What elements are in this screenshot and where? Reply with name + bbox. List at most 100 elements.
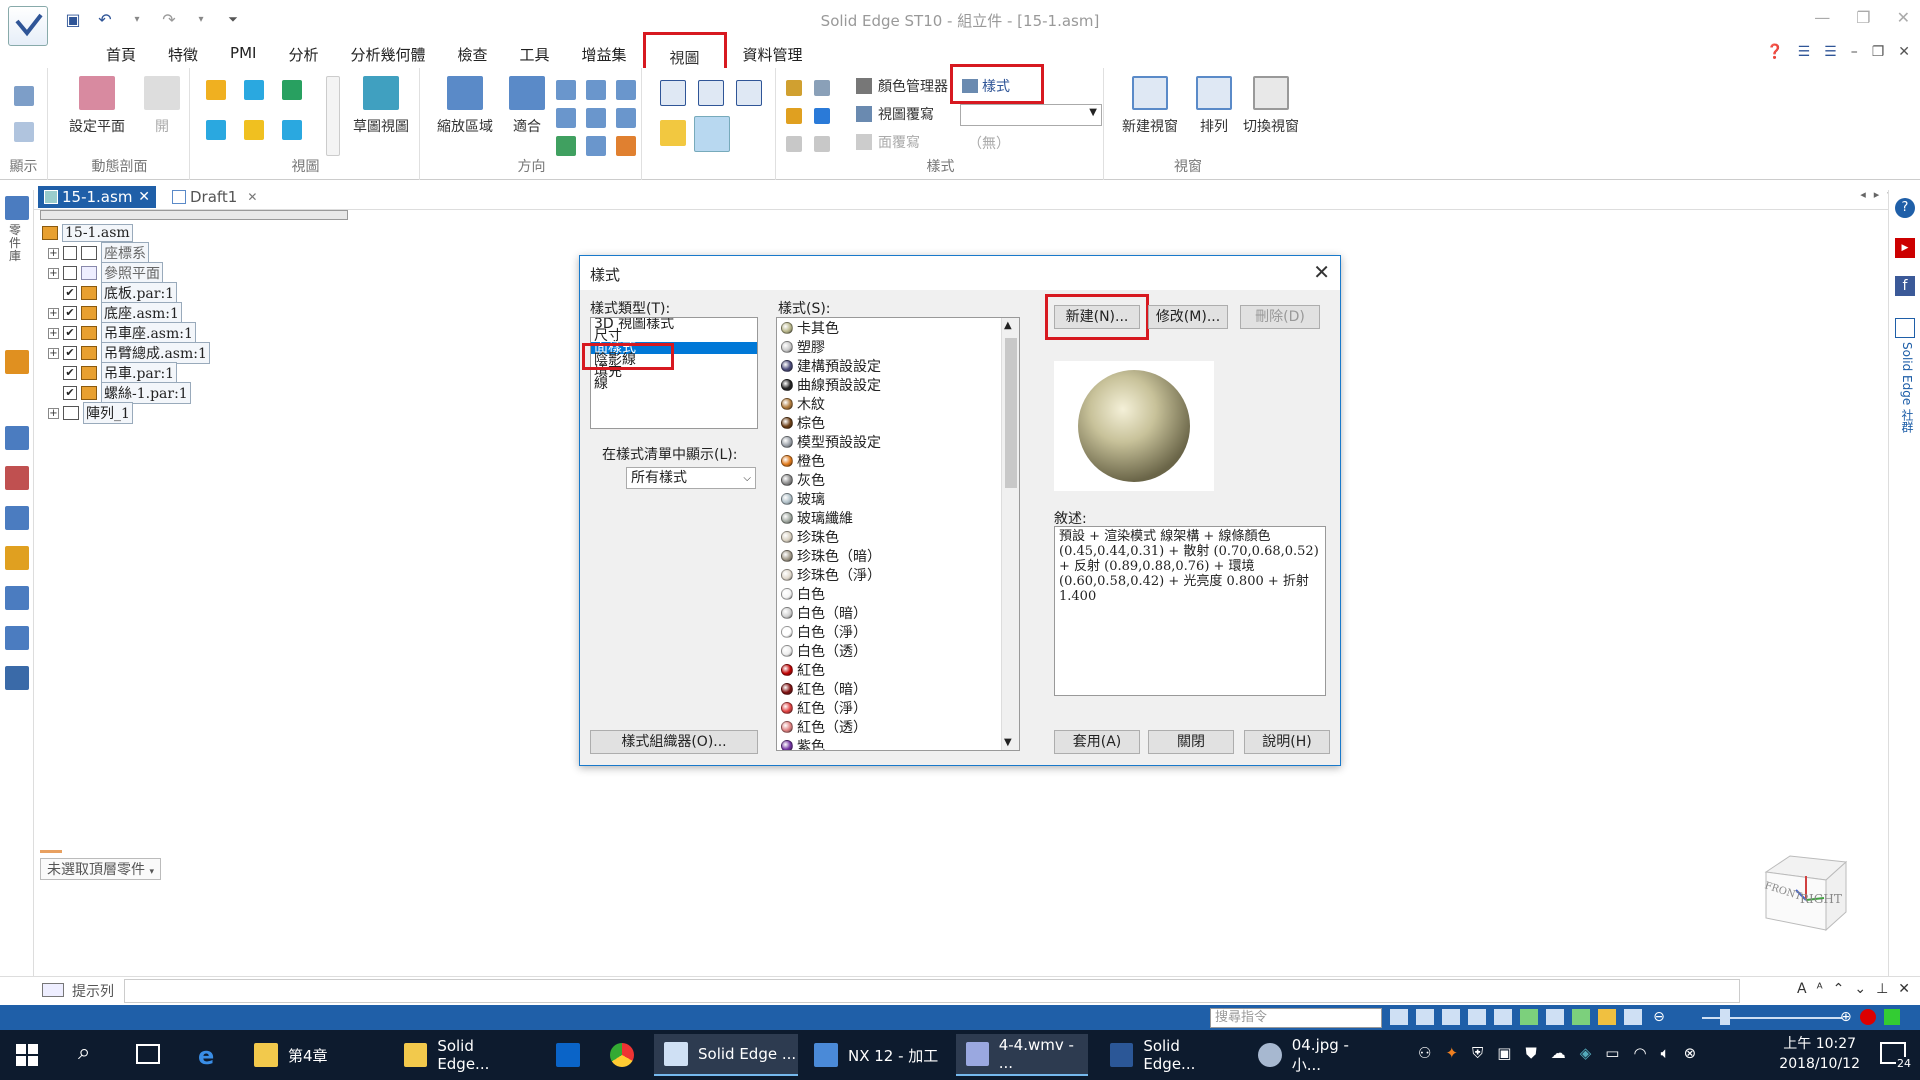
tree-item[interactable]: + 陣列_1 [48, 402, 133, 424]
task-view-icon[interactable] [136, 1044, 160, 1064]
search-icon[interactable]: ⌕ [78, 1040, 90, 1065]
tree-item[interactable]: ✔ 底板.par:1 [48, 282, 178, 304]
view-right-icon[interactable] [206, 120, 226, 140]
view-top-icon[interactable] [244, 80, 264, 100]
globe-icon[interactable] [814, 108, 830, 124]
view-left-icon[interactable] [282, 120, 302, 140]
windows-start-icon[interactable] [16, 1044, 38, 1066]
style-list-item[interactable]: 珍珠色 [777, 527, 1019, 546]
taskbar-item-solid-edge[interactable]: Solid Edge ... [654, 1034, 798, 1076]
named-views-icon[interactable] [586, 136, 606, 156]
style-none-dropdown[interactable]: （無） [960, 134, 1102, 156]
doc-minimize-icon[interactable]: – [1851, 44, 1858, 60]
help-topic-icon[interactable] [5, 506, 29, 530]
style-list-item[interactable]: 紫色 [777, 736, 1019, 750]
style-list-item[interactable]: 紅色 [777, 660, 1019, 679]
help-icon[interactable]: ? [1895, 198, 1915, 218]
help-icon[interactable]: ❓ [1766, 44, 1783, 60]
checkbox[interactable]: ✔ [63, 386, 77, 400]
style-list-item[interactable]: 白色（淨） [777, 622, 1019, 641]
pathfinder-icon[interactable] [5, 196, 29, 220]
zoom-icon[interactable] [556, 80, 576, 100]
style-list-item[interactable]: 紅色（淨） [777, 698, 1019, 717]
style-type-list[interactable]: 3D 視圖樣式 尺寸 面樣式 陰影線 填充 線 [590, 317, 758, 429]
doc-tab-draft1[interactable]: Draft1 ✕ [166, 186, 266, 208]
spin-icon[interactable] [586, 108, 606, 128]
top-level-hint[interactable]: 未選取頂層零件 ▾ [40, 858, 161, 880]
face-override-button[interactable]: 面覆寫 [856, 132, 956, 152]
color-e-icon[interactable] [814, 136, 830, 152]
checkbox[interactable]: ✔ [63, 346, 77, 360]
scroll-thumb[interactable] [1005, 338, 1017, 488]
apply-button[interactable]: 套用(A) [1054, 730, 1140, 754]
search-command-input[interactable]: 搜尋指令 [1210, 1008, 1382, 1028]
style-list-item[interactable]: 棕色 [777, 413, 1019, 432]
pan-icon[interactable] [586, 80, 606, 100]
view-front-icon[interactable] [282, 80, 302, 100]
taskbar-item-chrome[interactable] [600, 1034, 644, 1076]
color-a-icon[interactable] [786, 80, 802, 96]
tree-item[interactable]: + ✔ 吊臂總成.asm:1 [48, 342, 210, 364]
select-icon[interactable] [1624, 1009, 1642, 1025]
cube-view-3-icon[interactable] [736, 80, 762, 106]
tab-tools[interactable]: 工具 [504, 42, 566, 68]
collapse-icon[interactable]: ⌃ [1833, 981, 1845, 997]
view-iso-icon[interactable] [206, 80, 226, 100]
youtube-icon[interactable]: ▶ [1895, 238, 1915, 258]
spin-icon[interactable] [1546, 1009, 1564, 1025]
properties-icon[interactable] [5, 586, 29, 610]
shaded-icon[interactable] [660, 120, 686, 146]
close-button[interactable]: 關閉 [1148, 730, 1234, 754]
cube-view-2-icon[interactable] [698, 80, 724, 106]
tab-addins[interactable]: 增益集 [566, 42, 643, 68]
refresh-icon[interactable] [556, 136, 576, 156]
zoom-area-button[interactable]: 縮放區域 [430, 76, 500, 136]
tab-analysis[interactable]: 分析 [272, 42, 334, 68]
tree-item[interactable]: + 參照平面 [48, 262, 163, 284]
zoom-out-icon[interactable]: ⊖ [1650, 1009, 1668, 1025]
layout-icon[interactable]: ☰ [1798, 44, 1811, 60]
checkbox[interactable]: ✔ [63, 326, 77, 340]
checkbox[interactable]: ✔ [63, 306, 77, 320]
minimize-button[interactable]: — [1814, 8, 1830, 27]
zoom-icon[interactable] [1442, 1009, 1460, 1025]
view-bottom-icon[interactable] [244, 120, 264, 140]
assembly-tools-icon[interactable] [5, 350, 29, 374]
set-plane-button[interactable]: 設定平面 [62, 76, 132, 136]
layers-icon[interactable] [5, 426, 29, 450]
shaded-edges-icon[interactable] [694, 116, 730, 152]
modify-style-button[interactable]: 修改(M)... [1148, 305, 1228, 329]
doc-restore-icon[interactable]: ❐ [1872, 44, 1885, 60]
style-list-item[interactable]: 珍珠色（暗） [777, 546, 1019, 565]
taskbar-item-folder[interactable]: 第4章 [244, 1034, 378, 1076]
styles-list[interactable]: 卡其色 塑膠 建構預設設定 曲線預設設定 木紋 棕色 模型預設設定 橙色 灰色 玻璃 玻璃纖維 珍珠色… [776, 317, 1020, 751]
community-icon[interactable] [1895, 318, 1915, 338]
fit-icon[interactable] [1468, 1009, 1486, 1025]
wifi-icon[interactable]: ◠ [1633, 1044, 1646, 1062]
checkbox[interactable] [63, 266, 77, 280]
expand-icon[interactable]: + [48, 307, 59, 319]
pan-icon[interactable] [1494, 1009, 1512, 1025]
arrange-button[interactable]: 排列 [1192, 76, 1236, 136]
view-cube[interactable]: FRONT RIGHT [1760, 852, 1850, 932]
style-list-item[interactable]: 卡其色 [777, 318, 1019, 337]
record-icon[interactable] [1859, 1009, 1876, 1025]
previous-view-icon[interactable] [556, 108, 576, 128]
help-button[interactable]: 說明(H) [1244, 730, 1330, 754]
zoom-slider-thumb[interactable] [1720, 1009, 1730, 1025]
show-in-list-select[interactable]: 所有樣式 ⌵ [626, 467, 756, 489]
rotate-icon[interactable] [1520, 1009, 1538, 1025]
pin-icon[interactable]: ⊥ [1876, 981, 1888, 997]
fit-button[interactable]: 適合 [504, 76, 550, 136]
color-b-icon[interactable] [814, 80, 830, 96]
colors-icon[interactable] [5, 546, 29, 570]
style-list-item[interactable]: 曲線預設設定 [777, 375, 1019, 394]
taskbar-item-solid-edge-doc[interactable]: Solid Edge... [394, 1034, 528, 1076]
delete-style-button[interactable]: 刪除(D) [1240, 305, 1320, 329]
new-window-button[interactable]: 新建視窗 [1110, 76, 1190, 136]
style-list-item[interactable]: 玻璃纖維 [777, 508, 1019, 527]
checkbox[interactable] [63, 246, 77, 260]
cloud-icon[interactable]: ☁ [1551, 1044, 1566, 1062]
tab-inspect[interactable]: 檢查 [441, 42, 503, 68]
style-list-item[interactable]: 塑膠 [777, 337, 1019, 356]
